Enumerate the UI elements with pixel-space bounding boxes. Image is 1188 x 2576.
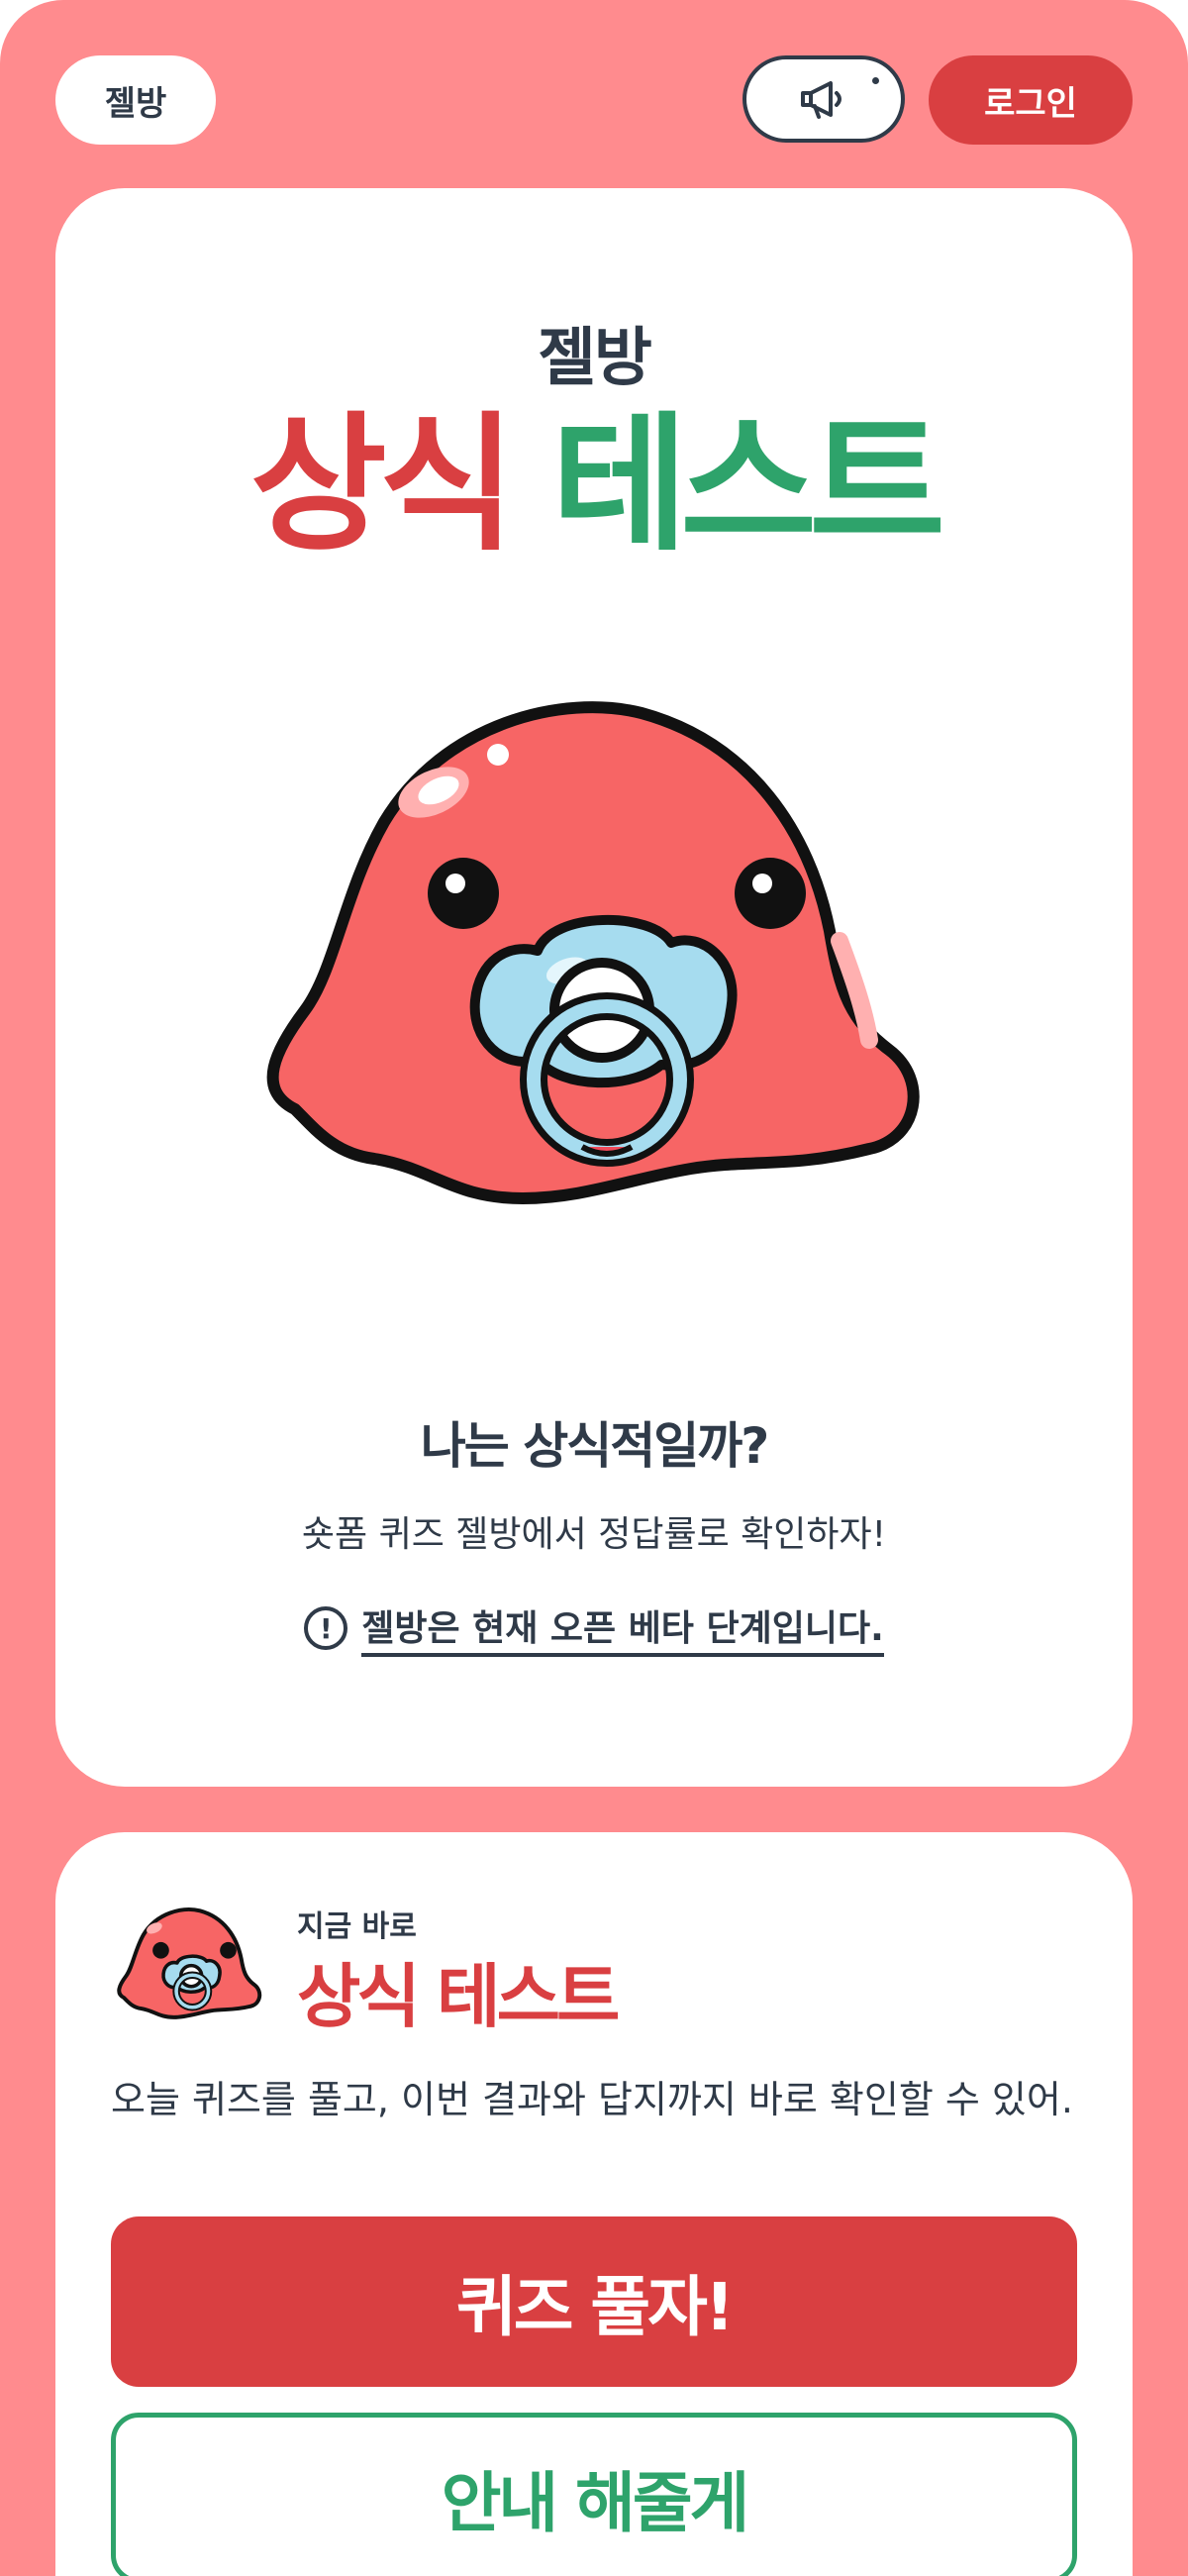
login-button[interactable]: 로그인 <box>929 55 1133 145</box>
guide-button[interactable]: 안내 해줄게 <box>111 2413 1077 2576</box>
hero-question: 나는 상식적일까? <box>420 1417 769 1475</box>
quiz-description: 오늘 퀴즈를 풀고, 이번 결과와 답지까지 바로 확인할 수 있어. <box>111 2078 1073 2121</box>
quiz-card: 지금 바로 상식 테스트 오늘 퀴즈를 풀고, 이번 결과와 답지까지 바로 확… <box>55 1832 1133 2576</box>
hero-title: 상식 테스트 <box>55 411 1133 560</box>
notice-button[interactable] <box>742 55 905 143</box>
beta-notice-text[interactable]: 젤방은 현재 오픈 베타 단계입니다. <box>361 1599 884 1657</box>
notification-dot <box>872 77 879 84</box>
beta-notice-link[interactable]: ! 젤방은 현재 오픈 베타 단계입니다. <box>55 1599 1133 1657</box>
hero-tagline: 숏폼 퀴즈 젤방에서 정답률로 확인하자! <box>301 1514 887 1555</box>
hero-title-green: 테스트 <box>551 399 945 571</box>
hero-subtitle: 젤방 <box>538 322 652 395</box>
jelly-mascot-illustration <box>266 701 920 1204</box>
megaphone-icon <box>801 81 842 119</box>
jelly-mascot-thumbnail <box>117 1907 262 2019</box>
app-page: 젤방 로그인 젤방 상식 테스트 나는 상식적일까? 숏폼 퀴즈 젤방에서 정답… <box>0 0 1188 2576</box>
quiz-title: 상식 테스트 <box>297 1956 620 2037</box>
start-quiz-button[interactable]: 퀴즈 풀자! <box>111 2216 1077 2387</box>
quiz-kicker: 지금 바로 <box>297 1909 417 1944</box>
logo-button[interactable]: 젤방 <box>55 55 216 145</box>
exclamation-circle-icon: ! <box>304 1606 348 1650</box>
hero-card: 젤방 상식 테스트 나는 상식적일까? 숏폼 퀴즈 젤방에서 정답률로 확인하자… <box>55 188 1133 1787</box>
hero-title-red: 상식 <box>249 399 516 571</box>
